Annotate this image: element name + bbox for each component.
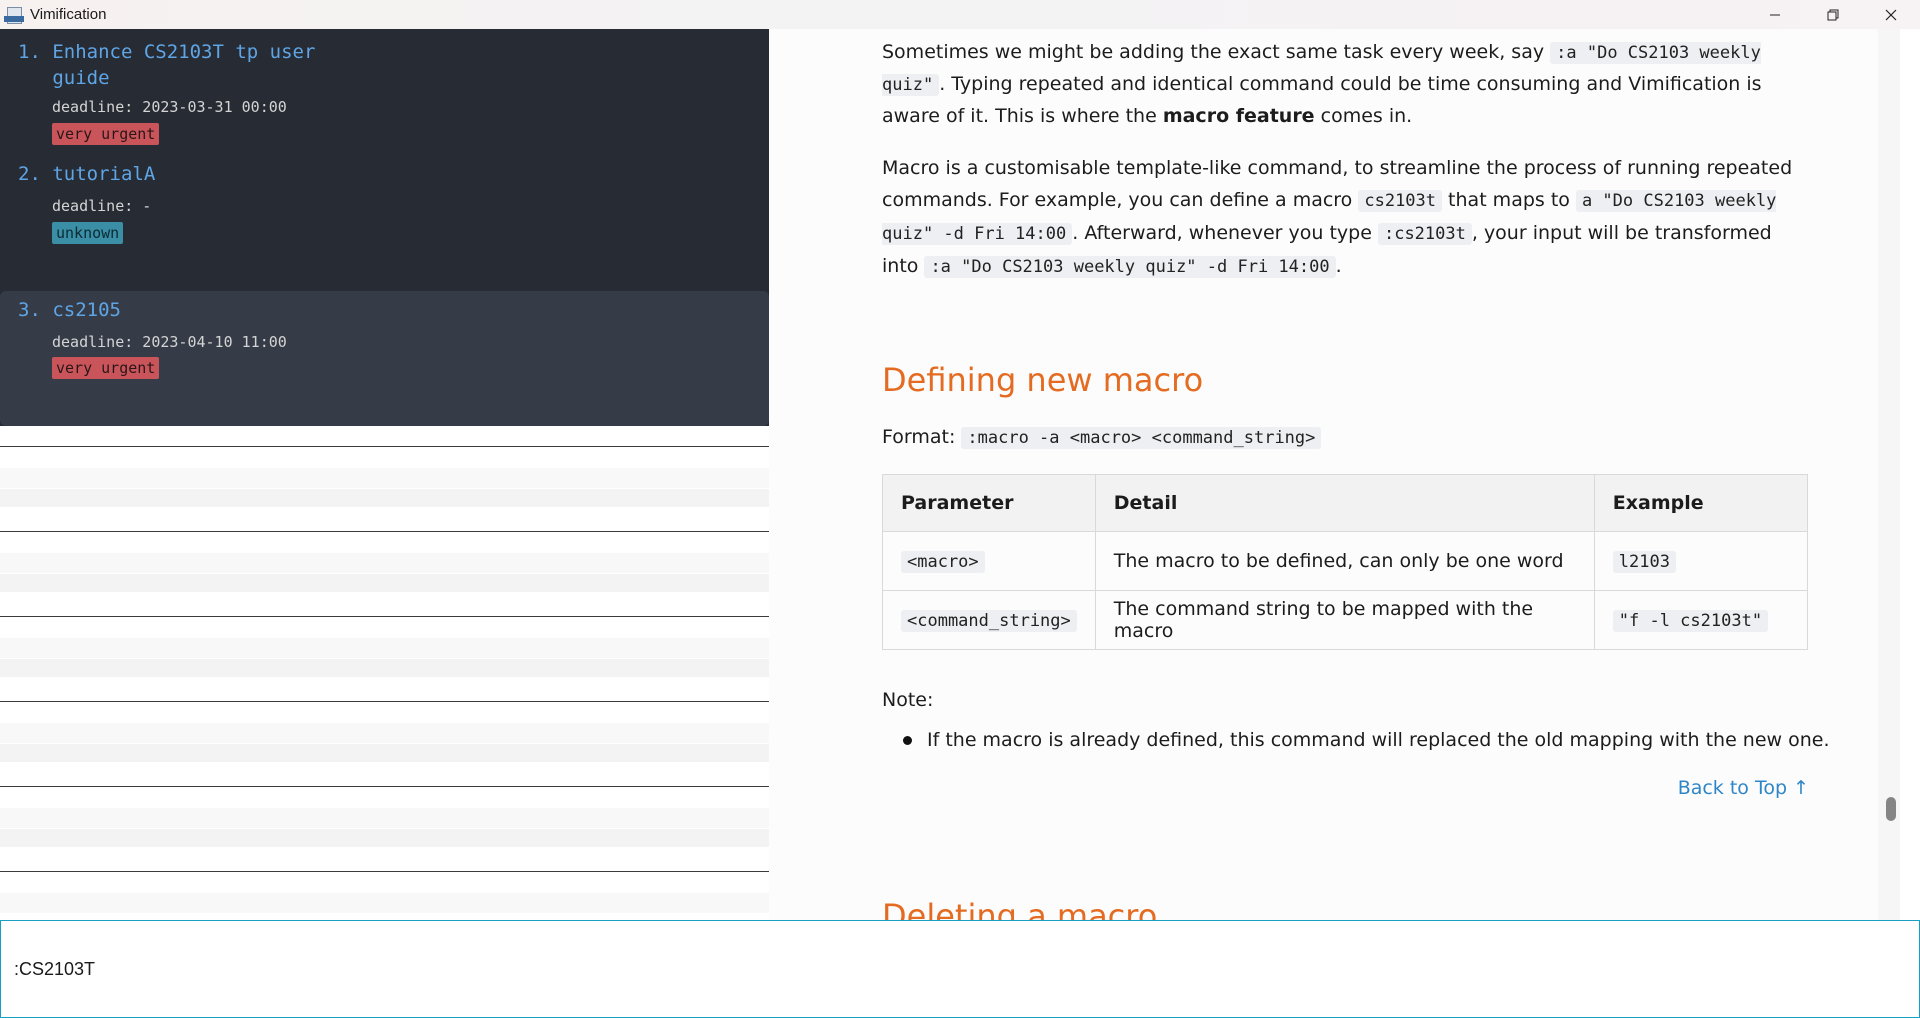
table-header: Detail <box>1094 474 1595 532</box>
empty-list-rows <box>0 426 769 920</box>
example-code: l2103 <box>1612 551 1676 573</box>
table-row: <macro> The macro to be defined, can onl… <box>882 531 1809 591</box>
command-input-value: :CS2103T <box>14 959 96 979</box>
table-cell: The macro to be defined, can only be one… <box>1094 531 1595 591</box>
restore-icon <box>1827 9 1839 20</box>
task-card[interactable]: 2. tutorialA deadline: - unknown <box>0 155 769 281</box>
example-code: "f -l cs2103t" <box>1612 610 1769 632</box>
urgency-badge: unknown <box>52 222 124 244</box>
title-bar: Vimification <box>0 0 1920 29</box>
inline-code: :a "Do CS2103 weekly quiz" -d Fri 14:00 <box>924 256 1336 278</box>
back-to-top-link[interactable]: Back to Top ↑ <box>1678 777 1809 799</box>
task-title: 3. cs2105 <box>18 299 121 321</box>
scrollbar-thumb[interactable] <box>1886 797 1896 821</box>
bullet-icon <box>903 735 912 745</box>
format-line: Format: :macro -a <macro> <command_strin… <box>882 422 1807 454</box>
urgency-badge: very urgent <box>52 123 160 145</box>
close-icon <box>1885 9 1897 20</box>
restore-button[interactable] <box>1804 0 1862 29</box>
task-deadline: deadline: 2023-04-10 11:00 <box>52 333 287 351</box>
task-title-continued: guide <box>18 67 110 89</box>
app-icon <box>4 5 24 25</box>
task-deadline: deadline: - <box>52 197 152 215</box>
inline-code: cs2103t <box>1358 190 1443 212</box>
table-cell: <command_string> <box>882 590 1096 650</box>
task-list-pane: 1. Enhance CS2103T tp user guide deadlin… <box>0 29 769 920</box>
empty-row <box>0 851 769 920</box>
table-cell: <macro> <box>882 531 1096 591</box>
urgency-badge: very urgent <box>52 357 160 379</box>
inline-code: :cs2103t <box>1377 223 1472 245</box>
task-list: 1. Enhance CS2103T tp user guide deadlin… <box>0 29 769 426</box>
empty-row <box>0 596 769 681</box>
note-label: Note: <box>882 689 934 711</box>
table-header: Example <box>1593 474 1809 532</box>
param-code: <command_string> <box>901 610 1077 632</box>
empty-row <box>0 511 769 596</box>
doc-text: comes in. <box>1314 105 1413 127</box>
note-text: If the macro is already defined, this co… <box>927 729 1830 751</box>
table-header-row: Parameter Detail Example <box>882 474 1809 532</box>
task-card[interactable]: 1. Enhance CS2103T tp user guide deadlin… <box>0 29 769 155</box>
help-doc-pane[interactable]: Sometimes we might be adding the exact s… <box>769 29 1900 920</box>
section-heading-deleting-macro: Deleting a macro <box>882 897 1158 920</box>
task-card-selected[interactable]: 3. cs2105 deadline: 2023-04-10 11:00 ver… <box>0 291 769 426</box>
doc-text: . Afterward, whenever you type <box>1072 222 1378 244</box>
doc-text: Sometimes we might be adding the exact s… <box>882 41 1551 63</box>
format-code: :macro -a <macro> <command_string> <box>961 427 1322 449</box>
close-button[interactable] <box>1862 0 1920 29</box>
minimize-button[interactable] <box>1746 0 1804 29</box>
empty-row <box>0 426 769 511</box>
note-list-item: If the macro is already defined, this co… <box>903 729 1830 751</box>
table-header: Parameter <box>882 474 1096 532</box>
window-title: Vimification <box>30 6 107 23</box>
doc-text: . <box>1335 255 1342 277</box>
doc-text: that maps to <box>1442 189 1576 211</box>
doc-paragraph-macro-intro: Sometimes we might be adding the exact s… <box>882 37 1807 132</box>
table-cell: The command string to be mapped with the… <box>1094 590 1595 650</box>
section-heading-defining-macro: Defining new macro <box>882 361 1204 399</box>
minimize-icon <box>1770 14 1780 15</box>
task-title: 2. tutorialA <box>18 163 156 185</box>
table-cell: "f -l cs2103t" <box>1593 590 1809 650</box>
empty-row <box>0 681 769 766</box>
window-controls <box>1746 0 1920 29</box>
parameter-table: Parameter Detail Example <macro> The mac… <box>882 474 1809 650</box>
format-label: Format: <box>882 426 962 448</box>
task-title: 1. Enhance CS2103T tp user <box>18 41 316 63</box>
doc-bold: macro feature <box>1162 105 1315 127</box>
task-deadline: deadline: 2023-03-31 00:00 <box>52 98 287 116</box>
param-code: <macro> <box>901 551 985 573</box>
doc-scrollbar[interactable] <box>1878 29 1900 920</box>
doc-paragraph-macro-definition: Macro is a customisable template-like co… <box>882 152 1807 283</box>
command-input[interactable]: :CS2103T <box>0 920 1920 1018</box>
table-cell: l2103 <box>1593 531 1809 591</box>
table-row: <command_string> The command string to b… <box>882 590 1809 650</box>
empty-row <box>0 766 769 851</box>
